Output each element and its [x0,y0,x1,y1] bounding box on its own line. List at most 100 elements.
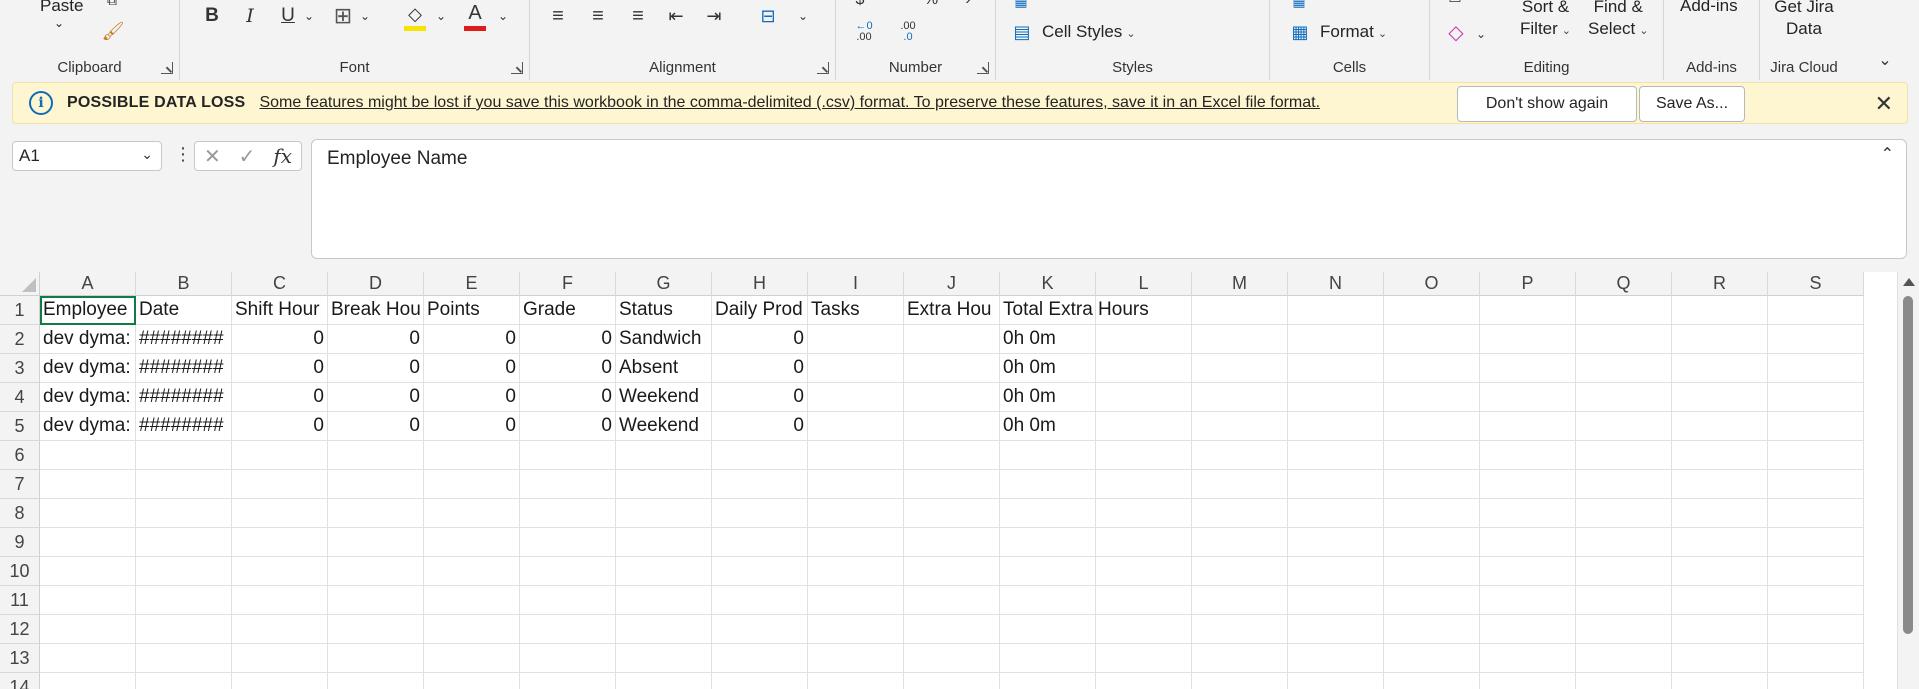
column-header-k[interactable]: K [1000,272,1096,296]
cell-styles-icon[interactable]: ▤ [1010,20,1034,44]
ribbon-collapse-chevron-icon[interactable]: ⌄ [1872,48,1898,72]
cell-f9[interactable] [520,528,616,557]
cell-m1[interactable] [1192,296,1288,325]
cell-b1[interactable]: Date [136,296,232,325]
cell-c4[interactable]: 0 [232,383,328,412]
paste-dropdown-chevron-icon[interactable]: ⌄ [54,16,64,30]
cell-k5[interactable]: 0h 0m [1000,412,1096,441]
cell-l6[interactable] [1096,441,1192,470]
cell-e7[interactable] [424,470,520,499]
cell-m11[interactable] [1192,586,1288,615]
cell-g4[interactable]: Weekend [616,383,712,412]
cell-i11[interactable] [808,586,904,615]
cell-e13[interactable] [424,644,520,673]
cell-h1[interactable]: Daily Prod [712,296,808,325]
cell-l12[interactable] [1096,615,1192,644]
cell-q9[interactable] [1576,528,1672,557]
cell-e14[interactable] [424,673,520,689]
align-center-icon[interactable]: ≡ [584,2,612,30]
cell-e5[interactable]: 0 [424,412,520,441]
cell-c9[interactable] [232,528,328,557]
cell-q2[interactable] [1576,325,1672,354]
cell-o13[interactable] [1384,644,1480,673]
cell-s2[interactable] [1768,325,1864,354]
cell-r8[interactable] [1672,499,1768,528]
cell-n8[interactable] [1288,499,1384,528]
cell-i2[interactable] [808,325,904,354]
cell-k6[interactable] [1000,441,1096,470]
cell-k2[interactable]: 0h 0m [1000,325,1096,354]
cell-h5[interactable]: 0 [712,412,808,441]
cell-m5[interactable] [1192,412,1288,441]
alignment-launcher-icon[interactable] [817,62,829,74]
cell-o9[interactable] [1384,528,1480,557]
cell-k14[interactable] [1000,673,1096,689]
column-header-a[interactable]: A [40,272,136,296]
cell-s11[interactable] [1768,586,1864,615]
cell-p10[interactable] [1480,557,1576,586]
cell-f13[interactable] [520,644,616,673]
cell-j3[interactable] [904,354,1000,383]
cell-b12[interactable] [136,615,232,644]
cell-q6[interactable] [1576,441,1672,470]
cell-m10[interactable] [1192,557,1288,586]
borders-icon[interactable]: ⊞ [330,2,356,30]
cell-f4[interactable]: 0 [520,383,616,412]
column-header-j[interactable]: J [904,272,1000,296]
cell-k11[interactable] [1000,586,1096,615]
cell-f5[interactable]: 0 [520,412,616,441]
format-as-table-icon[interactable]: ▦ [1010,0,1032,10]
cell-s14[interactable] [1768,673,1864,689]
cell-l14[interactable] [1096,673,1192,689]
cell-c13[interactable] [232,644,328,673]
cell-g5[interactable]: Weekend [616,412,712,441]
cell-f11[interactable] [520,586,616,615]
row-header-12[interactable]: 12 [0,615,40,644]
cell-l13[interactable] [1096,644,1192,673]
cell-k7[interactable] [1000,470,1096,499]
cell-s12[interactable] [1768,615,1864,644]
decrease-indent-icon[interactable]: ⇤ [662,2,690,30]
cell-h12[interactable] [712,615,808,644]
cell-j1[interactable]: Extra Hou [904,296,1000,325]
row-header-9[interactable]: 9 [0,528,40,557]
increase-indent-icon[interactable]: ⇥ [700,2,728,30]
underline-button[interactable]: U [274,2,302,30]
percent-icon[interactable]: % [916,0,946,10]
row-header-14[interactable]: 14 [0,673,40,689]
row-header-1[interactable]: 1 [0,296,40,325]
cell-a7[interactable] [40,470,136,499]
cell-g1[interactable]: Status [616,296,712,325]
cell-p5[interactable] [1480,412,1576,441]
column-header-q[interactable]: Q [1576,272,1672,296]
cell-q13[interactable] [1576,644,1672,673]
cell-a10[interactable] [40,557,136,586]
row-header-3[interactable]: 3 [0,354,40,383]
column-header-d[interactable]: D [328,272,424,296]
cell-p7[interactable] [1480,470,1576,499]
cell-a14[interactable] [40,673,136,689]
cell-d5[interactable]: 0 [328,412,424,441]
cell-k10[interactable] [1000,557,1096,586]
cell-l4[interactable] [1096,383,1192,412]
cell-l7[interactable] [1096,470,1192,499]
cell-j6[interactable] [904,441,1000,470]
cell-i1[interactable]: Tasks [808,296,904,325]
cell-g9[interactable] [616,528,712,557]
row-header-5[interactable]: 5 [0,412,40,441]
autosum-icon[interactable]: ▭ [1444,0,1466,8]
align-left-icon[interactable]: ≡ [544,2,572,30]
cell-q7[interactable] [1576,470,1672,499]
cell-a9[interactable] [40,528,136,557]
cell-k8[interactable] [1000,499,1096,528]
cell-e9[interactable] [424,528,520,557]
cell-f6[interactable] [520,441,616,470]
find-select-button[interactable]: Find & Select ⌄ [1588,0,1648,42]
scrollbar-thumb[interactable] [1903,296,1913,634]
cell-c3[interactable]: 0 [232,354,328,383]
cell-b14[interactable] [136,673,232,689]
cell-h9[interactable] [712,528,808,557]
column-header-i[interactable]: I [808,272,904,296]
cell-d9[interactable] [328,528,424,557]
enter-check-icon[interactable]: ✓ [239,144,256,169]
